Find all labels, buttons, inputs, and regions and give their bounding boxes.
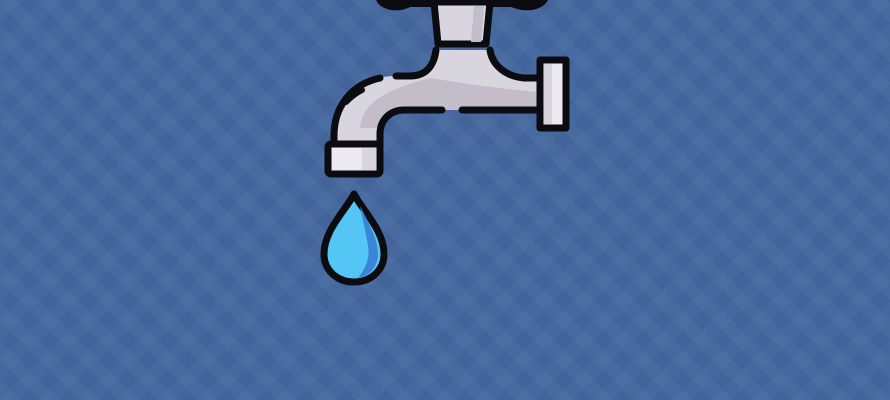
pipe-connector: [536, 56, 570, 132]
faucet-illustration: [320, 0, 570, 286]
faucet-handle: [376, 0, 548, 48]
water-faucet-icon: [330, 46, 542, 150]
water-drop-icon: [320, 190, 388, 286]
spout-tip: [324, 140, 384, 178]
background-canvas: [0, 0, 890, 400]
